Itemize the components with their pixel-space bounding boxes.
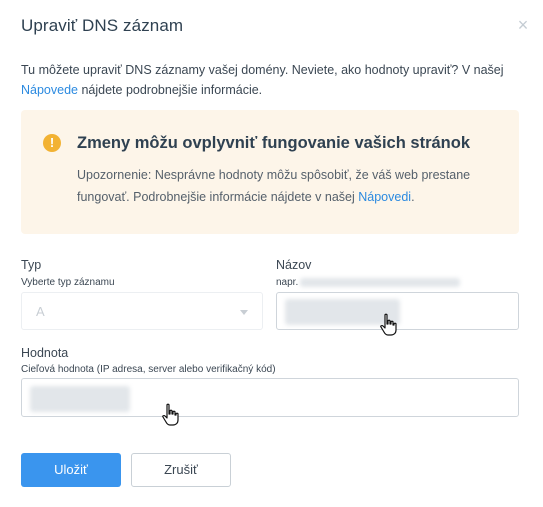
hand-cursor-icon [162, 403, 179, 426]
help-link[interactable]: Nápovede [21, 83, 78, 97]
record-type-value: A [36, 304, 45, 319]
redacted-example [300, 278, 460, 287]
type-label: Typ [21, 258, 42, 272]
chevron-down-icon [240, 310, 248, 315]
name-hint-prefix: napr. [276, 277, 299, 288]
value-field[interactable] [21, 378, 519, 417]
hand-cursor-icon [380, 313, 397, 336]
redacted-value [30, 386, 130, 412]
name-hint: napr. [276, 277, 298, 288]
warning-help-link[interactable]: Nápovedi [358, 190, 411, 204]
value-label: Hodnota [21, 346, 69, 360]
record-type-select[interactable]: A [21, 292, 263, 330]
warning-box: Zmeny môžu ovplyvniť fungovanie vašich s… [21, 110, 519, 234]
type-hint: Vyberte typ záznamu [21, 277, 115, 288]
name-label: Názov [276, 258, 312, 272]
value-hint: Cieľová hodnota (IP adresa, server alebo… [21, 364, 276, 375]
close-icon[interactable]: × [515, 16, 531, 34]
warning-suffix: . [411, 190, 415, 204]
save-button[interactable]: Uložiť [21, 453, 121, 487]
edit-dns-dialog: Upraviť DNS záznam × Tu môžete upraviť D… [0, 0, 543, 507]
intro-sentence: Tu môžete upraviť DNS záznamy vašej domé… [21, 63, 504, 77]
intro-text: Tu môžete upraviť DNS záznamy vašej domé… [21, 60, 526, 100]
warning-title: Zmeny môžu ovplyvniť fungovanie vašich s… [77, 134, 470, 152]
warning-text: Upozornenie: Nesprávne hodnoty môžu spôs… [77, 164, 507, 208]
cancel-button[interactable]: Zrušiť [131, 453, 231, 487]
dialog-title: Upraviť DNS záznam [21, 16, 184, 35]
intro-suffix: nájdete podrobnejšie informácie. [78, 83, 263, 97]
warning-icon [43, 134, 61, 152]
